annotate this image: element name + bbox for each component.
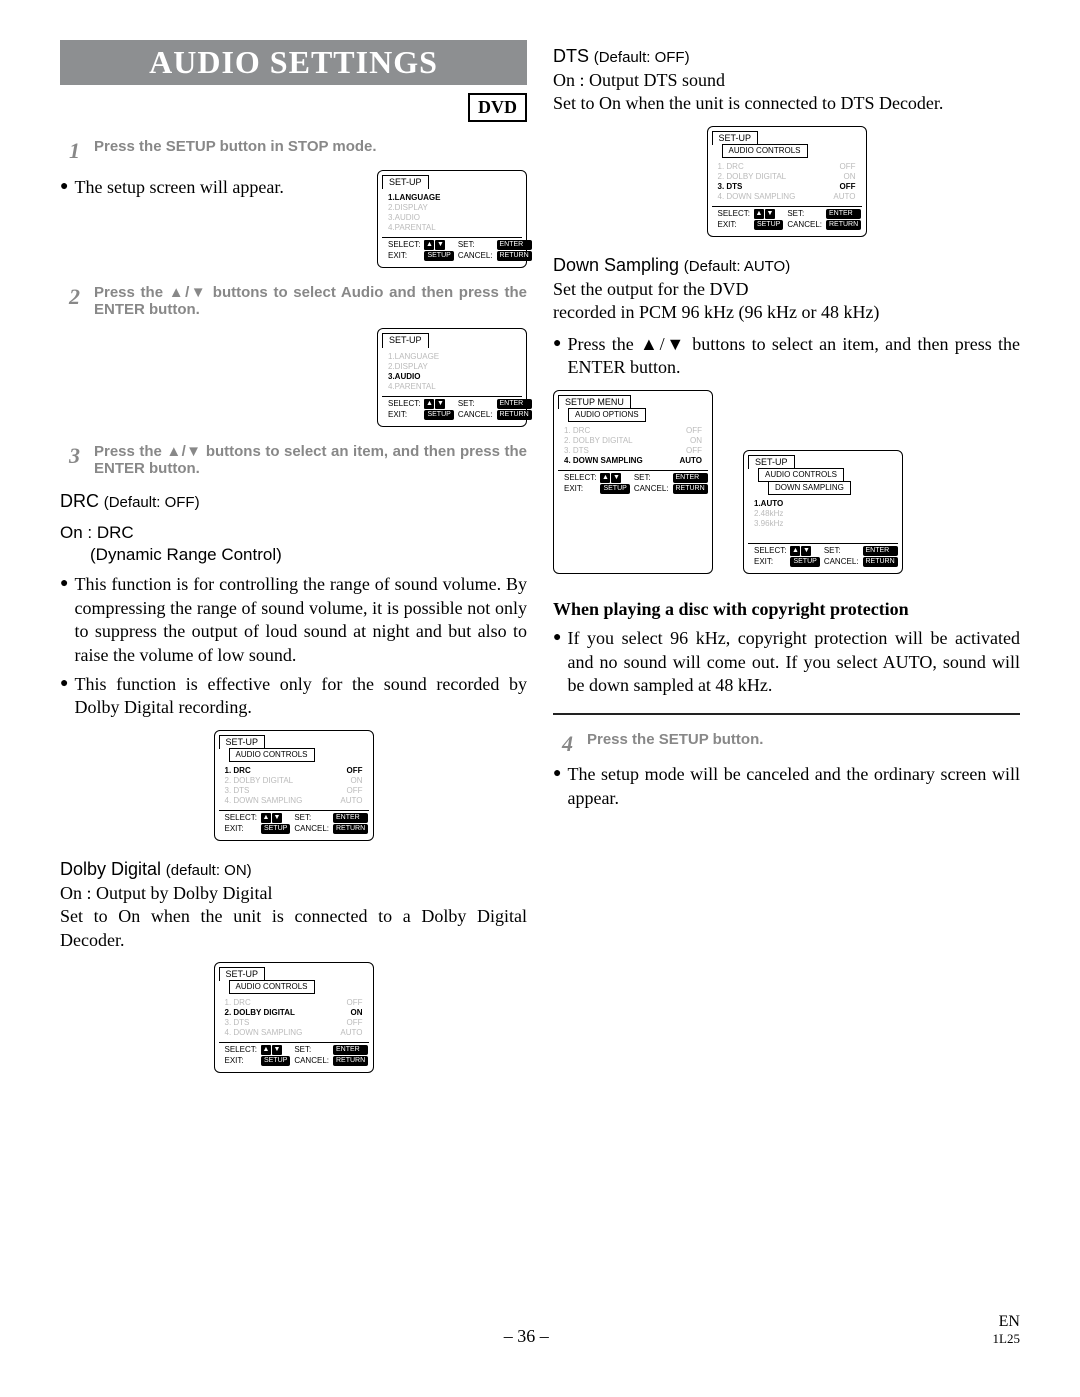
osd-panel-ds-opts: SET-UP AUDIO CONTROLS DOWN SAMPLING 1.AU… bbox=[743, 450, 903, 574]
separator bbox=[553, 713, 1020, 715]
dolby-on-line: On : Output by Dolby Digital bbox=[60, 882, 527, 905]
dolby-heading: Dolby Digital bbox=[60, 859, 161, 879]
osd-footer: SELECT:▲▼ SET:ENTER EXIT:SETUP CANCEL:RE… bbox=[382, 237, 522, 263]
osd-panel-root-audio: SET-UP 1.LANGUAGE 2.DISPLAY 3.AUDIO 4.PA… bbox=[377, 328, 527, 426]
dts-note: Set to On when the unit is connected to … bbox=[553, 92, 1020, 115]
osd-panel-root: SET-UP 1.LANGUAGE 2.DISPLAY 3.AUDIO 4.PA… bbox=[377, 170, 527, 268]
dolby-default: (default: ON) bbox=[166, 862, 252, 879]
step-number: 4 bbox=[553, 731, 573, 757]
drc-default: (Default: OFF) bbox=[104, 494, 200, 511]
dts-on-line: On : Output DTS sound bbox=[553, 69, 1020, 92]
step-text: Press the SETUP button. bbox=[587, 731, 1020, 748]
drc-heading: DRC bbox=[60, 491, 99, 511]
media-badge: DVD bbox=[468, 93, 527, 122]
page-number: – 36 – bbox=[504, 1326, 549, 1347]
body-text: This function is for controlling the ran… bbox=[74, 573, 527, 667]
section-title: AUDIO SETTINGS bbox=[60, 40, 527, 85]
footer-lang: EN bbox=[999, 1313, 1020, 1330]
step-text: Press the ▲/▼ buttons to select an item,… bbox=[94, 443, 527, 477]
ds-heading: Down Sampling bbox=[553, 255, 679, 275]
body-text: The setup screen will appear. bbox=[74, 176, 357, 199]
copyright-heading: When playing a disc with copyright prote… bbox=[553, 598, 1020, 621]
body-text: Press the ▲/▼ buttons to select an item,… bbox=[567, 333, 1020, 380]
osd-panel-dolby: SET-UP AUDIO CONTROLS 1. DRCOFF 2. DOLBY… bbox=[214, 962, 374, 1073]
body-text: If you select 96 kHz, copyright protecti… bbox=[567, 627, 1020, 697]
body-text: This function is effective only for the … bbox=[74, 673, 527, 720]
drc-on-line: On : DRC bbox=[60, 522, 527, 545]
step-number: 3 bbox=[60, 443, 80, 469]
body-text: The setup mode will be canceled and the … bbox=[567, 763, 1020, 810]
ds-line2: recorded in PCM 96 kHz (96 kHz or 48 kHz… bbox=[553, 301, 1020, 324]
step-text: Press the ▲/▼ buttons to select Audio an… bbox=[94, 284, 527, 318]
drc-subtitle: (Dynamic Range Control) bbox=[60, 544, 527, 567]
page-footer: – 36 – EN 1L25 bbox=[60, 1313, 1020, 1347]
step-text: Press the SETUP button in STOP mode. bbox=[94, 138, 527, 155]
dts-heading: DTS bbox=[553, 46, 589, 66]
ds-line1: Set the output for the DVD bbox=[553, 278, 1020, 301]
ds-default: (Default: AUTO) bbox=[684, 258, 790, 275]
dolby-note: Set to On when the unit is connected to … bbox=[60, 905, 527, 952]
footer-code: 1L25 bbox=[993, 1331, 1020, 1347]
step-number: 2 bbox=[60, 284, 80, 310]
osd-panel-drc: SET-UP AUDIO CONTROLS 1. DRCOFF 2. DOLBY… bbox=[214, 730, 374, 841]
osd-panel-ds-sel: SETUP MENU AUDIO OPTIONS 1. DRCOFF 2. DO… bbox=[553, 390, 713, 574]
osd-panel-dts: SET-UP AUDIO CONTROLS 1. DRCOFF 2. DOLBY… bbox=[707, 126, 867, 237]
step-number: 1 bbox=[60, 138, 80, 164]
osd-tab: SET-UP bbox=[382, 175, 429, 189]
dts-default: (Default: OFF) bbox=[594, 49, 690, 66]
